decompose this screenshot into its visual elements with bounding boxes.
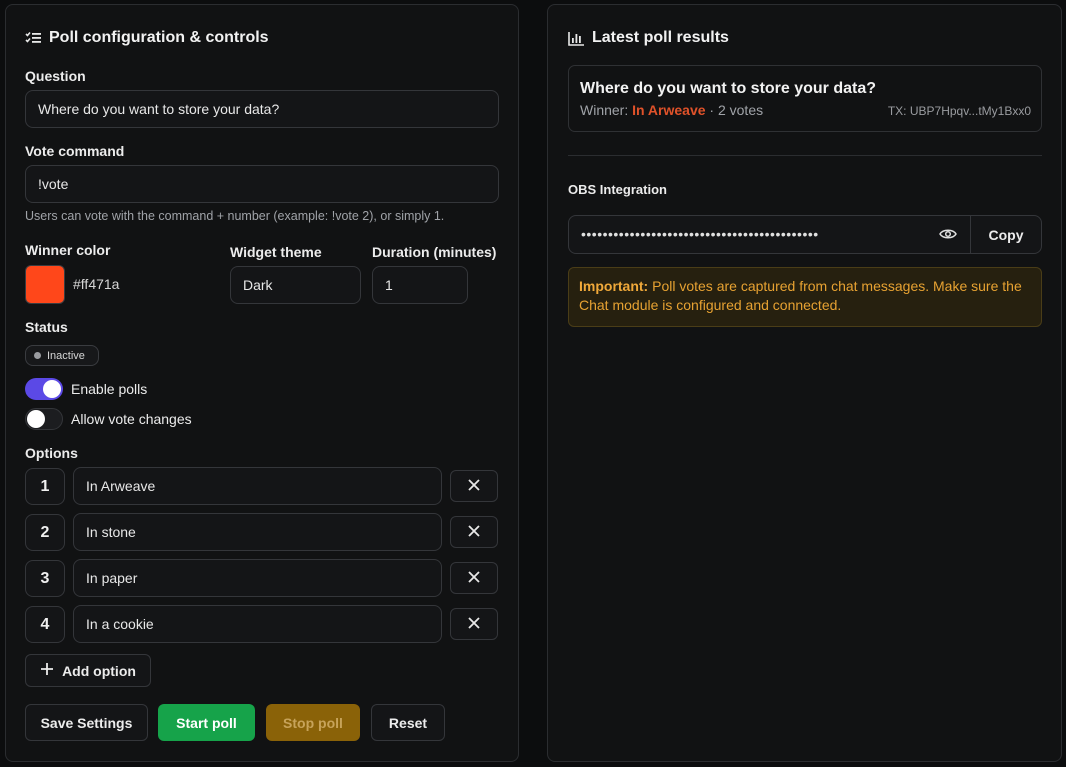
plus-icon — [40, 662, 54, 679]
status-label: Status — [25, 319, 68, 335]
status-badge: Inactive — [25, 345, 99, 366]
toggle-knob — [27, 410, 45, 428]
poll-results-title-text: Latest poll results — [592, 29, 729, 46]
widget-theme-label: Widget theme — [230, 244, 322, 260]
option-input-value: In a cookie — [86, 616, 154, 632]
obs-integration-label: OBS Integration — [568, 182, 667, 197]
vote-count: · 2 votes — [709, 102, 764, 118]
list-settings-icon — [25, 31, 42, 45]
poll-config-panel: Poll configuration & controls Question W… — [5, 4, 519, 762]
close-icon — [468, 478, 480, 494]
widget-theme-value: Dark — [243, 277, 273, 293]
close-icon — [468, 524, 480, 540]
add-option-label: Add option — [62, 662, 136, 679]
add-option-button[interactable]: Add option — [25, 654, 151, 687]
stop-poll-button[interactable]: Stop poll — [266, 704, 360, 741]
duration-value: 1 — [385, 277, 393, 293]
option-number: 3 — [25, 560, 65, 597]
allow-vote-changes-toggle[interactable] — [25, 408, 63, 430]
vote-command-input[interactable]: !vote — [25, 165, 499, 203]
important-notice: Important: Poll votes are captured from … — [568, 267, 1042, 327]
allow-vote-changes-label: Allow vote changes — [71, 411, 192, 427]
option-input-value: In paper — [86, 570, 138, 586]
vote-command-label: Vote command — [25, 143, 125, 159]
duration-label: Duration (minutes) — [372, 244, 497, 260]
notice-strong: Important: — [579, 278, 649, 294]
poll-config-title-text: Poll configuration & controls — [49, 29, 269, 46]
transaction-id: TX: UBP7Hpqv...tMy1Bxx0 — [887, 104, 1031, 118]
remove-option-button[interactable] — [450, 470, 498, 502]
option-number: 4 — [25, 606, 65, 643]
remove-option-button[interactable] — [450, 608, 498, 640]
result-question: Where do you want to store your data? — [580, 80, 877, 97]
winner-prefix: Winner: — [580, 102, 629, 118]
remove-option-button[interactable] — [450, 562, 498, 594]
toggle-knob — [43, 380, 61, 398]
options-label: Options — [25, 445, 78, 461]
widget-theme-select[interactable]: Dark — [230, 266, 361, 304]
start-poll-button[interactable]: Start poll — [158, 704, 255, 741]
reset-button[interactable]: Reset — [371, 704, 445, 741]
vote-command-help: Users can vote with the command + number… — [25, 209, 445, 223]
eye-icon[interactable] — [939, 227, 957, 244]
poll-results-panel: Latest poll results Where do you want to… — [547, 4, 1062, 762]
option-input[interactable]: In stone — [73, 513, 442, 551]
enable-polls-toggle[interactable] — [25, 378, 63, 400]
poll-config-title: Poll configuration & controls — [25, 29, 269, 47]
divider — [568, 155, 1042, 156]
remove-option-button[interactable] — [450, 516, 498, 548]
option-input-value: In stone — [86, 524, 136, 540]
copy-button[interactable]: Copy — [970, 216, 1041, 253]
latest-result-card: Where do you want to store your data? Wi… — [568, 65, 1042, 132]
obs-url-field[interactable]: ••••••••••••••••••••••••••••••••••••••••… — [568, 215, 1042, 254]
close-icon — [468, 570, 480, 586]
duration-input[interactable]: 1 — [372, 266, 468, 304]
bar-chart-icon — [568, 31, 585, 46]
option-number: 1 — [25, 468, 65, 505]
option-input-value: In Arweave — [86, 478, 156, 494]
enable-polls-label: Enable polls — [71, 381, 148, 397]
obs-url-masked: ••••••••••••••••••••••••••••••••••••••••… — [581, 226, 819, 242]
result-meta: Winner: In Arweave · 2 votes — [580, 102, 763, 118]
question-label: Question — [25, 68, 86, 84]
vote-command-value: !vote — [38, 176, 69, 192]
question-input[interactable]: Where do you want to store your data? — [25, 90, 499, 128]
winner-name: In Arweave — [632, 102, 706, 118]
winner-color-label: Winner color — [25, 242, 111, 258]
option-input[interactable]: In Arweave — [73, 467, 442, 505]
winner-color-swatch[interactable] — [25, 265, 65, 304]
close-icon — [468, 616, 480, 632]
option-number: 2 — [25, 514, 65, 551]
status-badge-text: Inactive — [47, 349, 85, 362]
status-dot-icon — [34, 352, 41, 359]
winner-color-hex: #ff471a — [73, 276, 120, 292]
option-input[interactable]: In paper — [73, 559, 442, 597]
poll-results-title: Latest poll results — [568, 29, 729, 47]
option-input[interactable]: In a cookie — [73, 605, 442, 643]
save-settings-button[interactable]: Save Settings — [25, 704, 148, 741]
question-input-value: Where do you want to store your data? — [38, 101, 280, 117]
